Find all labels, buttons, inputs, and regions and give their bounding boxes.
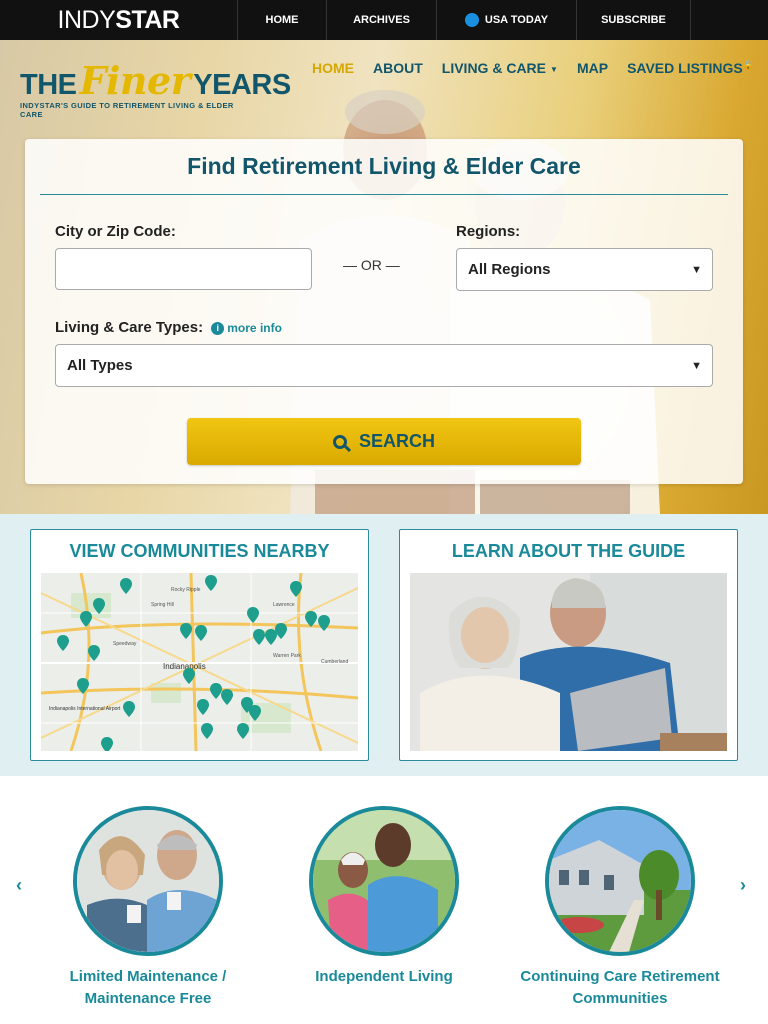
search-button[interactable]: SEARCH xyxy=(187,418,581,465)
map-place-label: Spring Hill xyxy=(151,602,174,608)
carousel-image-continuing-care[interactable] xyxy=(545,806,695,956)
carousel-image-limited-maintenance[interactable] xyxy=(73,806,223,956)
nav-living-care[interactable]: LIVING & CARE ▼ xyxy=(442,60,558,78)
dropdown-arrow-icon: ▼ xyxy=(691,359,702,372)
learn-guide-panel[interactable]: LEARN ABOUT THE GUIDE xyxy=(399,529,738,761)
indystar-logo[interactable]: INDY STAR xyxy=(0,0,238,40)
divider xyxy=(40,194,728,195)
info-icon[interactable]: i xyxy=(211,321,225,335)
lock-icon: 🔒 xyxy=(742,60,754,70)
logo-wordmark: THE Finer YEARS xyxy=(20,58,291,103)
or-label: OR xyxy=(360,257,382,273)
logo-tagline: INDYSTAR'S GUIDE TO RETIREMENT LIVING & … xyxy=(20,101,234,119)
carousel-title-line: Independent Living xyxy=(315,968,453,985)
top-bar: INDY STAR HOME ARCHIVES USA TODAY SUBSCRI… xyxy=(0,0,768,40)
map-graphic: Indianapolis Indianapolis International … xyxy=(41,573,358,751)
carousel-title-line: Limited Maintenance / xyxy=(69,968,227,985)
chevron-left-icon: ‹ xyxy=(16,875,22,895)
map-place-label: Speedway xyxy=(113,641,137,647)
topbar-archives-link[interactable]: ARCHIVES xyxy=(327,0,437,40)
regions-label: Regions: xyxy=(456,223,521,240)
nav-about[interactable]: ABOUT xyxy=(373,60,423,78)
communities-map[interactable]: Indianapolis Indianapolis International … xyxy=(41,573,358,751)
map-city-label: Indianapolis xyxy=(163,662,206,671)
more-info-link[interactable]: more info xyxy=(227,321,282,335)
types-select[interactable]: All Types ▼ xyxy=(55,344,713,387)
carousel-prev-button[interactable]: ‹ xyxy=(16,875,22,896)
brand-bold: STAR xyxy=(115,5,180,34)
carousel-next-button[interactable]: › xyxy=(740,875,746,896)
carousel-title-line: Communities xyxy=(572,990,668,1007)
chevron-right-icon: › xyxy=(740,875,746,895)
regions-select[interactable]: All Regions ▼ xyxy=(456,248,713,291)
carousel-title-line: Maintenance Free xyxy=(84,990,212,1007)
types-label-row: Living & Care Types: i more info xyxy=(55,319,282,336)
topbar-usatoday-link[interactable]: USA TODAY xyxy=(437,0,577,40)
logo-the: THE xyxy=(20,69,77,101)
usatoday-icon xyxy=(464,13,479,27)
carousel-title-line: Continuing Care Retirement xyxy=(520,968,720,985)
couple-coffee-image xyxy=(77,810,219,952)
usatoday-label: USA TODAY xyxy=(484,14,549,26)
search-card: Find Retirement Living & Elder Care City… xyxy=(25,139,743,484)
search-icon xyxy=(332,434,347,449)
guide-photo[interactable] xyxy=(410,573,727,751)
logo-finer: Finer xyxy=(79,58,191,103)
couple-laptop-image xyxy=(410,573,727,751)
finer-years-logo[interactable]: THE Finer YEARS INDYSTAR'S GUIDE TO RETI… xyxy=(20,58,291,119)
logo-years: YEARS xyxy=(193,69,291,101)
or-separator: — OR — xyxy=(343,257,400,273)
map-place-label: Lawrence xyxy=(273,602,295,608)
map-place-label: Cumberland xyxy=(321,659,348,665)
types-label: Living & Care Types: xyxy=(55,319,204,336)
city-label: City or Zip Code: xyxy=(55,223,176,240)
learn-guide-title: LEARN ABOUT THE GUIDE xyxy=(451,541,686,561)
map-place-label: Warren Park xyxy=(273,653,301,659)
nav-map[interactable]: MAP xyxy=(577,60,608,78)
nav-home[interactable]: HOME xyxy=(312,60,354,78)
regions-value: All Regions xyxy=(468,261,551,278)
map-airport-label: Indianapolis International Airport xyxy=(49,706,121,712)
brand-thin: INDY xyxy=(57,5,116,34)
main-nav: HOME ABOUT LIVING & CARE ▼ MAP SAVED LIST… xyxy=(312,60,768,78)
communities-nearby-title: VIEW COMMUNITIES NEARBY xyxy=(69,541,330,561)
topbar-subscribe-link[interactable]: SUBSCRIBE xyxy=(577,0,691,40)
couple-walking-image xyxy=(313,810,455,952)
carousel-title-limited-maintenance[interactable]: Limited Maintenance / Maintenance Free xyxy=(48,966,248,1010)
carousel-title-continuing-care[interactable]: Continuing Care Retirement Communities xyxy=(505,966,735,1010)
community-street-image xyxy=(549,810,691,952)
nav-saved-listings[interactable]: SAVED LISTINGS🔒 xyxy=(627,60,754,78)
types-value: All Types xyxy=(67,357,133,374)
city-zip-input[interactable] xyxy=(55,248,312,290)
topbar-home-link[interactable]: HOME xyxy=(238,0,327,40)
search-button-label: SEARCH xyxy=(358,431,435,451)
carousel-title-independent-living[interactable]: Independent Living xyxy=(284,966,484,988)
map-place-label: Rocky Ripple xyxy=(171,587,201,593)
search-title: Find Retirement Living & Elder Care xyxy=(187,153,581,179)
dropdown-arrow-icon: ▼ xyxy=(691,263,702,276)
nav-saved-label: SAVED LISTINGS xyxy=(627,60,743,76)
carousel-image-independent-living[interactable] xyxy=(309,806,459,956)
nav-living-care-label: LIVING & CARE xyxy=(441,60,547,76)
communities-nearby-panel[interactable]: VIEW COMMUNITIES NEARBY Indianapolis Ind… xyxy=(30,529,369,761)
chevron-down-icon: ▼ xyxy=(550,64,558,74)
